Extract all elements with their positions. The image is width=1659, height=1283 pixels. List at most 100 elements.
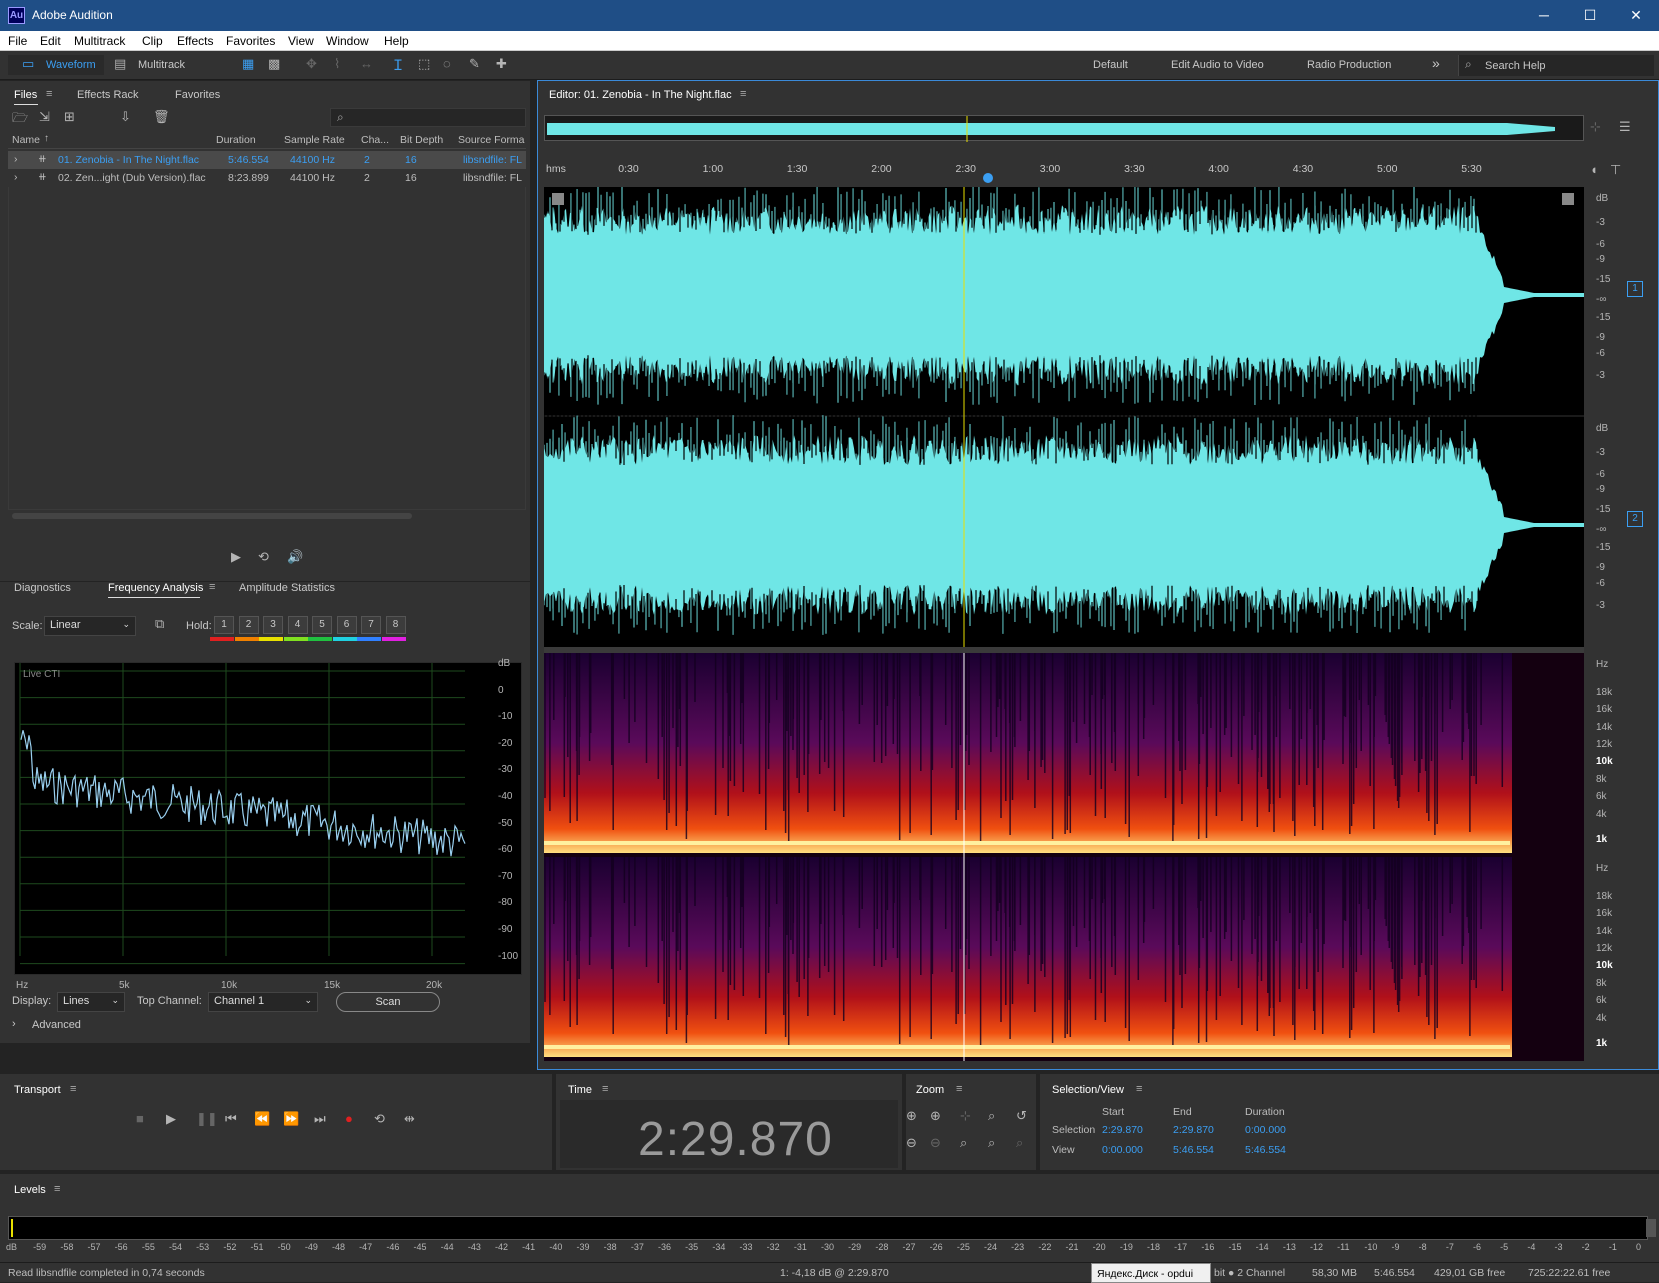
move-tool-icon[interactable]: ✥	[306, 56, 317, 72]
hold-button-3[interactable]: 3	[263, 616, 283, 634]
close-button[interactable]: ✕	[1613, 0, 1659, 31]
menu-clip[interactable]: Clip	[142, 34, 163, 48]
preview-autoplay-icon[interactable]: 🔊	[287, 549, 303, 565]
pitch-display-icon[interactable]: ▩	[268, 56, 280, 72]
files-search-input[interactable]: ⌕	[330, 108, 526, 127]
workspace-radio-production[interactable]: Radio Production	[1307, 59, 1391, 71]
menu-multitrack[interactable]: Multitrack	[74, 34, 125, 48]
menu-file[interactable]: File	[8, 34, 27, 48]
col-duration[interactable]: Duration	[216, 134, 256, 146]
zoom-menu-icon[interactable]: ≡	[956, 1083, 962, 1095]
hold-button-1[interactable]: 1	[214, 616, 234, 634]
hold-button-2[interactable]: 2	[238, 616, 259, 634]
menu-effects[interactable]: Effects	[177, 34, 213, 48]
workspace-edit-audio-to-video[interactable]: Edit Audio to Video	[1171, 59, 1264, 71]
selection-start[interactable]: 2:29.870	[1102, 1124, 1143, 1136]
time-menu-icon[interactable]: ≡	[602, 1083, 608, 1095]
tab-diagnostics[interactable]: Diagnostics	[14, 582, 71, 594]
skip-to-start-icon[interactable]: ⏮	[225, 1111, 237, 1127]
view-duration[interactable]: 5:46.554	[1245, 1144, 1286, 1156]
overlay-icon[interactable]: ⧉	[155, 616, 164, 632]
brush-tool-icon[interactable]: ✎	[469, 56, 480, 72]
hold-button-4[interactable]: 4	[287, 616, 308, 634]
zoom-selection-icon[interactable]: ⌕	[988, 1108, 995, 1124]
record-icon[interactable]: ●	[345, 1111, 353, 1126]
import-file-icon[interactable]: ⇲	[39, 109, 50, 125]
view-end[interactable]: 5:46.554	[1173, 1144, 1214, 1156]
delete-icon[interactable]: 🗑	[153, 109, 170, 125]
insert-into-multitrack-icon[interactable]: ⇩	[120, 109, 131, 125]
channel-1-badge[interactable]: 1	[1627, 281, 1643, 297]
zoom-reset-icon[interactable]: ↺	[1016, 1108, 1027, 1124]
time-selection-tool-icon[interactable]: Ｉ	[391, 55, 405, 75]
fast-forward-icon[interactable]: ⏩	[283, 1111, 299, 1127]
transport-menu-icon[interactable]: ≡	[70, 1083, 76, 1095]
view-start[interactable]: 0:00.000	[1102, 1144, 1143, 1156]
hold-button-7[interactable]: 7	[361, 616, 381, 634]
frequency-graph[interactable]: Live CTI	[14, 662, 522, 975]
hold-button-8[interactable]: 8	[385, 616, 406, 634]
col-sample-rate[interactable]: Sample Rate	[284, 134, 345, 146]
spectral-display-icon[interactable]: ▦	[242, 56, 254, 72]
workspace-default[interactable]: Default	[1093, 59, 1128, 71]
tab-effects-rack[interactable]: Effects Rack	[77, 89, 139, 101]
hold-button-6[interactable]: 6	[336, 616, 357, 634]
tab-files[interactable]: Files	[14, 89, 37, 101]
zoom-out-full-icon[interactable]: ⌕	[988, 1135, 995, 1151]
new-file-icon[interactable]: ⊞	[64, 109, 75, 125]
spot-healing-icon[interactable]: ✚	[496, 56, 507, 72]
tab-amplitude-statistics[interactable]: Amplitude Statistics	[239, 582, 335, 594]
playhead-handle[interactable]	[983, 173, 993, 183]
levels-menu-icon[interactable]: ≡	[54, 1183, 60, 1195]
zoom-in-time-icon[interactable]: ⊕	[930, 1108, 941, 1124]
spectral-display[interactable]	[544, 653, 1584, 1061]
overview-menu-icon[interactable]: ☰	[1619, 119, 1631, 135]
marquee-tool-icon[interactable]: ⬚	[418, 56, 430, 72]
zoom-out-amplitude-icon[interactable]: ⊖	[906, 1135, 917, 1151]
minimize-button[interactable]: ─	[1521, 0, 1567, 31]
preview-play-icon[interactable]: ▶	[231, 549, 241, 565]
menu-view[interactable]: View	[288, 34, 314, 48]
hold-button-5[interactable]: 5	[312, 616, 332, 634]
zoom-in-point-icon[interactable]: ⊹	[960, 1108, 971, 1124]
zoom-out-time-icon[interactable]: ⊖	[930, 1135, 941, 1151]
level-meter-reset-indicator[interactable]	[1646, 1219, 1656, 1237]
loop-icon[interactable]: ⟲	[374, 1111, 385, 1127]
editor-panel-menu-icon[interactable]: ≡	[740, 88, 746, 100]
rewind-icon[interactable]: ⏪	[254, 1111, 270, 1127]
col-name[interactable]: Name	[12, 134, 40, 146]
selection-end[interactable]: 2:29.870	[1173, 1124, 1214, 1136]
display-select[interactable]: Lines ⌄	[57, 992, 125, 1012]
preview-loop-icon[interactable]: ⟲	[258, 549, 269, 565]
top-channel-select[interactable]: Channel 1 ⌄	[208, 992, 318, 1012]
multitrack-view-button[interactable]: ▤ Multitrack	[110, 55, 200, 75]
menu-help[interactable]: Help	[384, 34, 409, 48]
zoom-in-amplitude-icon[interactable]: ⊕	[906, 1108, 917, 1124]
time-ruler[interactable]: hms 0:30 1:00 1:30 2:00 2:30 3:00 3:30 4:00 4:30 5…	[544, 163, 1584, 179]
scale-select[interactable]: Linear ⌄	[44, 616, 136, 636]
waveform-overview[interactable]	[544, 115, 1584, 142]
expand-chevron-icon[interactable]: ›	[14, 153, 18, 165]
zoom-overview-icon[interactable]: ⊹	[1590, 119, 1601, 135]
current-time-display[interactable]: 2:29.870	[638, 1112, 833, 1167]
menu-window[interactable]: Window	[326, 34, 369, 48]
channel-2-badge[interactable]: 2	[1627, 511, 1643, 527]
more-workspaces-button[interactable]: »	[1432, 55, 1440, 71]
waveform-view-button[interactable]: ▭ Waveform	[8, 55, 104, 75]
selection-view-menu-icon[interactable]: ≡	[1136, 1083, 1142, 1095]
zoom-in-left-icon[interactable]: ⌕	[960, 1135, 967, 1151]
files-panel-menu-icon[interactable]: ≡	[46, 88, 52, 100]
tab-favorites[interactable]: Favorites	[175, 89, 220, 101]
lasso-tool-icon[interactable]: ◌	[443, 56, 451, 71]
zoom-in-right-icon[interactable]: ⌕	[1016, 1135, 1023, 1151]
analysis-panel-menu-icon[interactable]: ≡	[209, 581, 215, 593]
stop-icon[interactable]: ■	[136, 1111, 144, 1126]
selection-duration[interactable]: 0:00.000	[1245, 1124, 1286, 1136]
open-file-icon[interactable]: 🗁	[12, 109, 28, 131]
col-channels[interactable]: Cha...	[361, 134, 389, 146]
files-horizontal-scrollbar[interactable]	[12, 513, 412, 519]
menu-edit[interactable]: Edit	[40, 34, 61, 48]
headphones-icon[interactable]: ◖	[1590, 162, 1598, 177]
channel-toggle-icon[interactable]	[1562, 193, 1574, 205]
col-source-format[interactable]: Source Forma	[458, 134, 525, 146]
